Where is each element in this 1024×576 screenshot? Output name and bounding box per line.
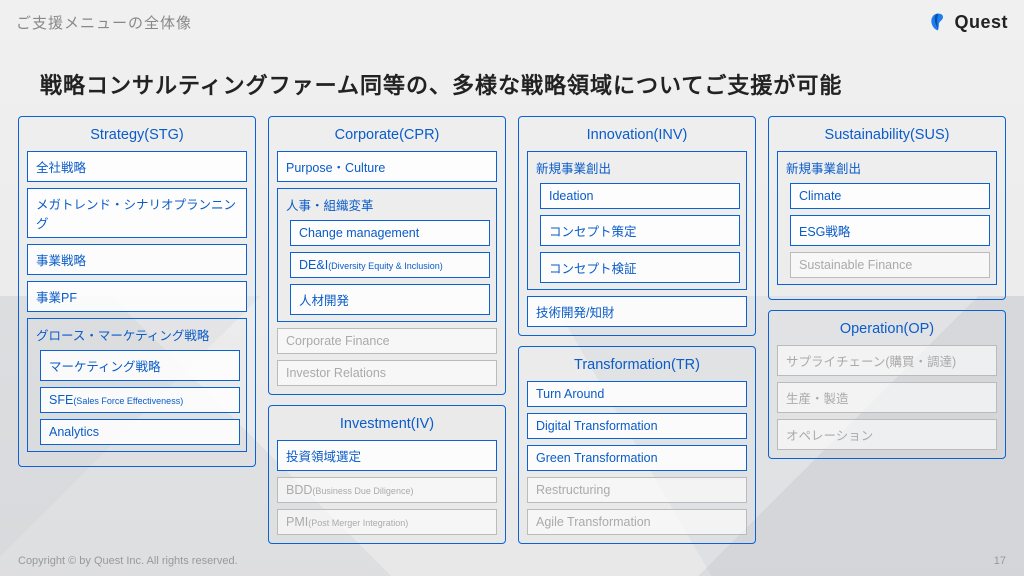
card-title: Operation(OP)	[777, 317, 997, 345]
menu-grid: Strategy(STG)全社戦略メガトレンド・シナリオプランニング事業戦略事業…	[18, 116, 1006, 530]
menu-item: Corporate Finance	[277, 328, 497, 354]
menu-group: 新規事業創出Ideation コンセプト策定コンセプト検証	[527, 151, 747, 290]
category-card: Innovation(INV) 新規事業創出Ideation コンセプト策定コンセプ…	[518, 116, 756, 336]
menu-group: 新規事業創出Climate ESG戦略 Sustainable Finance	[777, 151, 997, 285]
card-title: Transformation(TR)	[527, 353, 747, 381]
menu-subitem: 人材開発	[290, 284, 490, 315]
menu-item: 事業戦略	[27, 244, 247, 275]
category-card: Strategy(STG)全社戦略メガトレンド・シナリオプランニング事業戦略事業…	[18, 116, 256, 467]
category-card: Transformation(TR)Turn Around Digital Tra…	[518, 346, 756, 544]
menu-item: オペレーション	[777, 419, 997, 450]
menu-subitem: コンセプト策定	[540, 215, 740, 246]
card-title: Corporate(CPR)	[277, 123, 497, 151]
category-card: Corporate(CPR)Purpose・Culture 人事・組織変革Chan…	[268, 116, 506, 395]
menu-subitem: DE&I(Diversity Equity & Inclusion)	[290, 252, 490, 278]
category-card: Sustainability(SUS) 新規事業創出Climate ESG戦略 Sus…	[768, 116, 1006, 300]
category-card: Investment(IV)投資領域選定 BDD(Business Due Dil…	[268, 405, 506, 544]
menu-item: 全社戦略	[27, 151, 247, 182]
group-label: 人事・組織変革	[284, 193, 490, 220]
card-title: Investment(IV)	[277, 412, 497, 440]
menu-item: Digital Transformation	[527, 413, 747, 439]
page-section-title: ご支援メニューの全体像	[16, 12, 192, 33]
menu-item: 事業PF	[27, 281, 247, 312]
menu-item: Restructuring	[527, 477, 747, 503]
menu-item: メガトレンド・シナリオプランニング	[27, 188, 247, 238]
card-title: Innovation(INV)	[527, 123, 747, 151]
subitem-note: (Sales Force Effectiveness)	[73, 396, 183, 406]
brand-logo: Quest	[928, 12, 1008, 33]
page-number: 17	[994, 555, 1006, 567]
group-label: 新規事業創出	[534, 156, 740, 183]
menu-subitem: コンセプト検証	[540, 252, 740, 283]
subitem-note: (Diversity Equity & Inclusion)	[328, 261, 443, 271]
menu-item: Agile Transformation	[527, 509, 747, 535]
menu-subitem: Change management	[290, 220, 490, 246]
item-note: (Business Due Diligence)	[312, 486, 413, 496]
quest-mark-icon	[928, 12, 948, 32]
brand-name: Quest	[954, 12, 1008, 33]
group-label: グロース・マーケティング戦略	[34, 323, 240, 350]
menu-subitem: ESG戦略	[790, 215, 990, 246]
menu-item: 技術開発/知財	[527, 296, 747, 327]
column: Innovation(INV) 新規事業創出Ideation コンセプト策定コンセプ…	[518, 116, 756, 530]
column: Corporate(CPR)Purpose・Culture 人事・組織変革Chan…	[268, 116, 506, 530]
card-title: Strategy(STG)	[27, 123, 247, 151]
menu-item: 投資領域選定	[277, 440, 497, 471]
menu-subitem: Ideation	[540, 183, 740, 209]
menu-item: 生産・製造	[777, 382, 997, 413]
menu-item: サプライチェーン(購買・調達)	[777, 345, 997, 376]
menu-subitem: マーケティング戦略	[40, 350, 240, 381]
menu-subitem: Sustainable Finance	[790, 252, 990, 278]
column: Strategy(STG)全社戦略メガトレンド・シナリオプランニング事業戦略事業…	[18, 116, 256, 530]
menu-group: グロース・マーケティング戦略マーケティング戦略 SFE(Sales Force E…	[27, 318, 247, 452]
group-label: 新規事業創出	[784, 156, 990, 183]
footer: Copyright © by Quest Inc. All rights res…	[0, 546, 1024, 576]
menu-item: Purpose・Culture	[277, 151, 497, 182]
copyright: Copyright © by Quest Inc. All rights res…	[18, 555, 238, 567]
menu-item: PMI(Post Merger Integration)	[277, 509, 497, 535]
menu-subitem: Climate	[790, 183, 990, 209]
header: ご支援メニューの全体像 Quest	[0, 0, 1024, 44]
headline: 戦略コンサルティングファーム同等の、多様な戦略領域についてご支援が可能	[40, 68, 842, 100]
menu-subitem: Analytics	[40, 419, 240, 445]
menu-item: Turn Around	[527, 381, 747, 407]
menu-item: Green Transformation	[527, 445, 747, 471]
item-note: (Post Merger Integration)	[308, 518, 408, 528]
menu-group: 人事・組織変革Change management DE&I(Diversity E…	[277, 188, 497, 322]
menu-item: Investor Relations	[277, 360, 497, 386]
menu-subitem: SFE(Sales Force Effectiveness)	[40, 387, 240, 413]
column: Sustainability(SUS) 新規事業創出Climate ESG戦略 Sus…	[768, 116, 1006, 530]
category-card: Operation(OP)サプライチェーン(購買・調達) 生産・製造オペレーション	[768, 310, 1006, 459]
menu-item: BDD(Business Due Diligence)	[277, 477, 497, 503]
card-title: Sustainability(SUS)	[777, 123, 997, 151]
